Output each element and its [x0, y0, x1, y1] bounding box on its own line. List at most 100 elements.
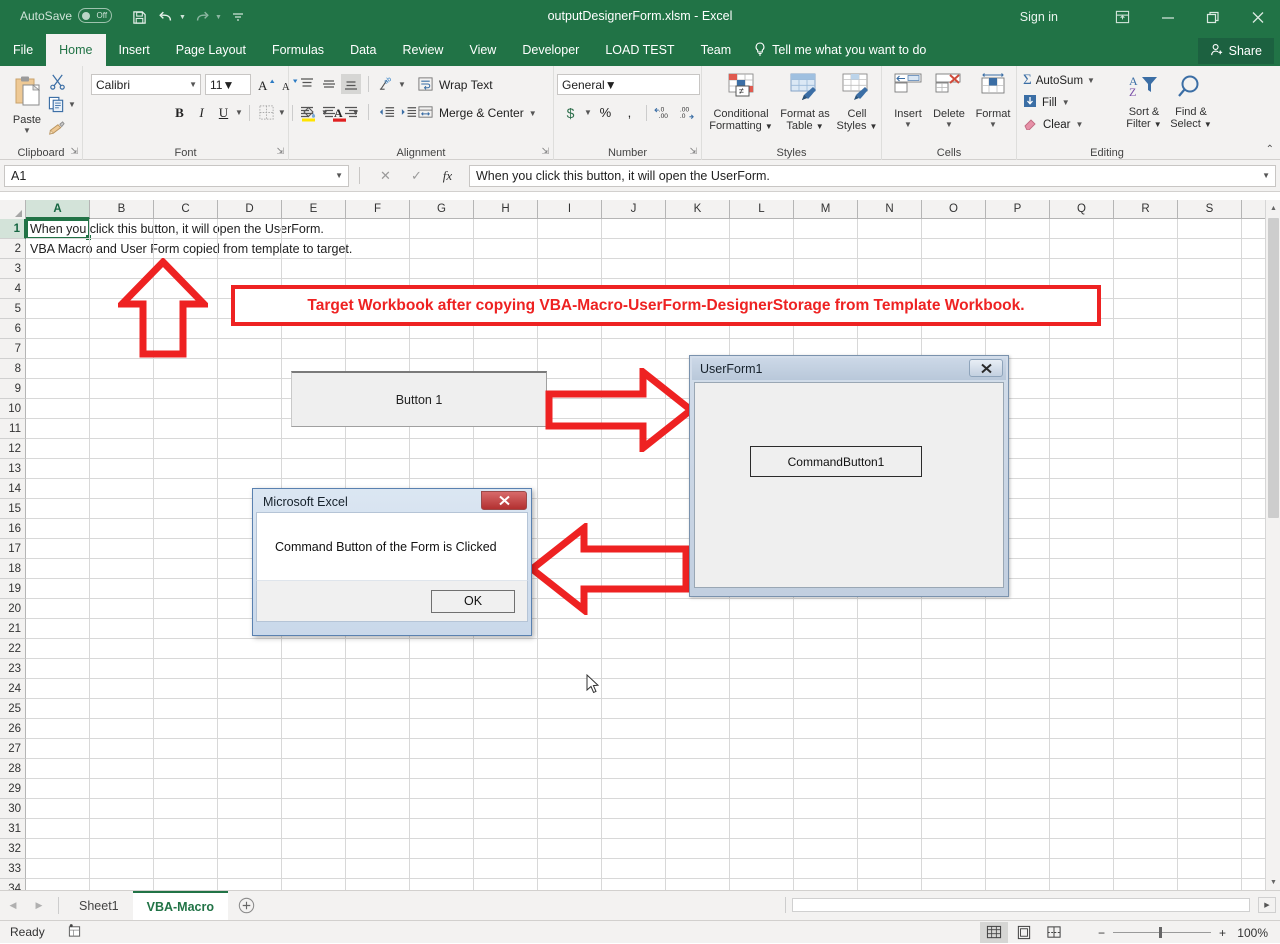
row-header-3[interactable]: 3: [0, 259, 26, 279]
column-header-A[interactable]: A: [26, 200, 90, 219]
format-cells-button[interactable]: Format ▼: [971, 69, 1015, 129]
clear-button[interactable]: Clear ▼: [1023, 116, 1083, 133]
column-header-L[interactable]: L: [730, 200, 794, 219]
align-bottom-button[interactable]: [341, 74, 361, 94]
row-header-27[interactable]: 27: [0, 739, 26, 759]
row-header-13[interactable]: 13: [0, 459, 26, 479]
merge-center-dropdown-icon[interactable]: ▼: [529, 109, 537, 118]
restore-icon[interactable]: [1190, 0, 1235, 34]
scroll-right-icon[interactable]: ▶: [1258, 897, 1276, 913]
copy-dropdown-icon[interactable]: ▼: [68, 100, 76, 109]
column-header-S[interactable]: S: [1178, 200, 1242, 219]
prev-sheet-icon[interactable]: ◀: [0, 891, 26, 921]
row-header-5[interactable]: 5: [0, 299, 26, 319]
column-header-G[interactable]: G: [410, 200, 474, 219]
alignment-dialog-launcher[interactable]: ⇲: [541, 146, 549, 157]
tell-me-box[interactable]: Tell me what you want to do: [744, 34, 936, 66]
close-icon[interactable]: [1235, 0, 1280, 34]
cell-styles-button[interactable]: Cell Styles ▼: [834, 69, 880, 133]
borders-dropdown-icon[interactable]: ▼: [278, 108, 286, 117]
share-button[interactable]: Share: [1197, 38, 1274, 64]
number-format-dropdown-icon[interactable]: ▼: [605, 78, 617, 92]
ribbon-display-options-icon[interactable]: [1100, 0, 1145, 34]
font-dialog-launcher[interactable]: ⇲: [276, 146, 284, 157]
zoom-in-button[interactable]: +: [1219, 926, 1226, 940]
next-sheet-icon[interactable]: ▶: [26, 891, 52, 921]
sheet-tab-vba-macro[interactable]: VBA-Macro: [132, 890, 228, 921]
italic-button[interactable]: I: [191, 102, 212, 123]
horizontal-scroll-track[interactable]: [792, 898, 1250, 912]
orientation-dropdown-icon[interactable]: ▼: [398, 80, 406, 89]
merge-center-button[interactable]: Merge & Center ▼: [417, 102, 537, 124]
bold-button[interactable]: B: [169, 102, 190, 123]
column-header-M[interactable]: M: [794, 200, 858, 219]
column-header-P[interactable]: P: [986, 200, 1050, 219]
zoom-slider[interactable]: [1112, 927, 1211, 938]
userform-close-button[interactable]: [969, 359, 1003, 377]
row-header-4[interactable]: 4: [0, 279, 26, 299]
font-size-input[interactable]: 11 ▼: [205, 74, 251, 95]
row-header-30[interactable]: 30: [0, 799, 26, 819]
align-left-button[interactable]: [297, 102, 317, 122]
copy-button[interactable]: ▼: [48, 96, 76, 113]
insert-cells-button[interactable]: Insert ▼: [888, 69, 928, 129]
record-macro-icon[interactable]: [67, 923, 82, 941]
delete-cells-button[interactable]: Delete ▼: [928, 69, 970, 129]
row-header-6[interactable]: 6: [0, 319, 26, 339]
currency-button[interactable]: $: [560, 102, 581, 123]
cut-button[interactable]: [48, 72, 67, 91]
formula-input[interactable]: When you click this button, it will open…: [469, 164, 1276, 187]
row-header-12[interactable]: 12: [0, 439, 26, 459]
decrease-indent-button[interactable]: [376, 102, 396, 122]
underline-dropdown-icon[interactable]: ▼: [235, 108, 243, 117]
ribbon-tab-data[interactable]: Data: [337, 34, 389, 66]
percent-button[interactable]: %: [595, 102, 616, 123]
column-header-K[interactable]: K: [666, 200, 730, 219]
row-header-21[interactable]: 21: [0, 619, 26, 639]
horizontal-scrollbar[interactable]: ▶: [785, 894, 1280, 916]
row-header-24[interactable]: 24: [0, 679, 26, 699]
row-header-10[interactable]: 10: [0, 399, 26, 419]
underline-button[interactable]: U: [213, 102, 234, 123]
vertical-scrollbar[interactable]: ▲ ▼: [1265, 200, 1280, 890]
ribbon-tab-team[interactable]: Team: [688, 34, 745, 66]
conditional-formatting-button[interactable]: ≠ Conditional Formatting ▼: [706, 69, 776, 133]
row-header-11[interactable]: 11: [0, 419, 26, 439]
column-header-D[interactable]: D: [218, 200, 282, 219]
font-name-dropdown-icon[interactable]: ▼: [189, 80, 197, 89]
number-format-input[interactable]: General ▼: [557, 74, 700, 95]
message-box-ok-button[interactable]: OK: [431, 589, 515, 613]
row-header-25[interactable]: 25: [0, 699, 26, 719]
column-header-J[interactable]: J: [602, 200, 666, 219]
paste-button[interactable]: Paste ▼: [5, 71, 49, 135]
message-box-window[interactable]: Microsoft Excel Command Button of the Fo…: [252, 488, 532, 636]
autosum-button[interactable]: Σ AutoSum ▼: [1023, 72, 1095, 89]
ribbon-tab-view[interactable]: View: [456, 34, 509, 66]
minimize-icon[interactable]: [1145, 0, 1190, 34]
ribbon-tab-formulas[interactable]: Formulas: [259, 34, 337, 66]
ribbon-tab-file[interactable]: File: [0, 34, 46, 66]
borders-button[interactable]: [256, 102, 277, 123]
column-header-F[interactable]: F: [346, 200, 410, 219]
format-painter-button[interactable]: [48, 120, 66, 140]
align-top-button[interactable]: [297, 74, 317, 94]
ribbon-tab-developer[interactable]: Developer: [509, 34, 592, 66]
message-box-title-bar[interactable]: Microsoft Excel: [256, 491, 528, 512]
currency-dropdown-icon[interactable]: ▼: [584, 108, 592, 117]
row-header-8[interactable]: 8: [0, 359, 26, 379]
grow-font-button[interactable]: A: [255, 74, 276, 95]
increase-indent-button[interactable]: [398, 102, 418, 122]
orientation-button[interactable]: ab: [376, 74, 396, 94]
sign-in-link[interactable]: Sign in: [1020, 10, 1058, 24]
row-header-18[interactable]: 18: [0, 559, 26, 579]
scroll-down-icon[interactable]: ▼: [1266, 874, 1280, 890]
insert-cells-dropdown-icon[interactable]: ▼: [904, 120, 912, 129]
ribbon-tab-review[interactable]: Review: [389, 34, 456, 66]
message-box-close-button[interactable]: [481, 491, 527, 510]
clipboard-dialog-launcher[interactable]: ⇲: [70, 146, 78, 157]
row-header-28[interactable]: 28: [0, 759, 26, 779]
font-name-input[interactable]: Calibri ▼: [91, 74, 201, 95]
column-header-C[interactable]: C: [154, 200, 218, 219]
row-header-29[interactable]: 29: [0, 779, 26, 799]
row-header-33[interactable]: 33: [0, 859, 26, 879]
